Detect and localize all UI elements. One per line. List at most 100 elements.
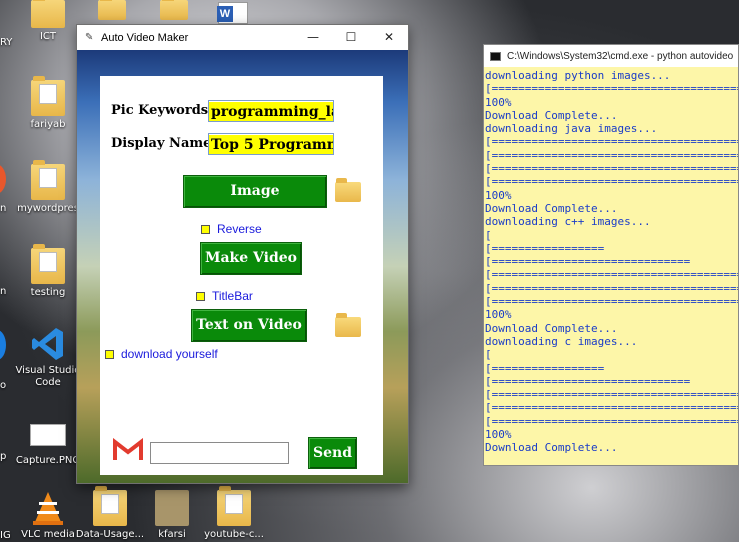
feather-icon: ✎ [85,32,94,43]
desktop-icon-mywordpres[interactable]: mywordpres [13,160,83,215]
console-line: [============================== [485,374,691,388]
window-titlebar[interactable]: ✎ Auto Video Maker — ☐ ✕ [77,25,408,50]
console-line: 100% [485,428,512,442]
console-line: Download Complete... [485,321,618,335]
console-line: downloading c++ images... [485,215,651,229]
reverse-label: Reverse [217,222,262,236]
folder-icon[interactable] [335,178,361,202]
display-names-input[interactable]: Top 5 Programmi [208,133,334,155]
desktop-label-cut: IG [0,530,11,541]
minimize-button[interactable]: — [294,25,332,50]
folder-icon [31,244,65,284]
email-input[interactable] [150,442,289,464]
folder-icon [93,486,127,526]
console-line: [=======================================… [485,401,738,415]
word-icon[interactable]: W [217,2,248,24]
app-icon [0,164,6,194]
desktop-icon-label: ICT [39,31,57,42]
console-output: downloading python images... [===========… [484,67,738,465]
form-panel: Pic Keywords programming_lan Display Nam… [100,76,383,475]
download-yourself-checkbox[interactable]: download yourself [105,347,218,361]
console-line: [=======================================… [485,162,738,176]
console-line: [================= [485,241,605,255]
console-line: downloading c images... [485,334,638,348]
desktop-icon-capture[interactable]: Capture.PNG [13,420,83,467]
gmail-icon [113,437,143,466]
desktop-icon-label: Data-Usage... [75,529,145,540]
image-downloader-button[interactable]: Image downloader [183,175,327,230]
folder-icon [31,160,65,200]
pic-keywords-value: programming_lan [209,102,333,121]
console-line: [=======================================… [485,82,738,96]
checkbox-box[interactable] [201,224,210,234]
console-line: [============================== [485,255,691,269]
console-line: 100% [485,95,512,109]
desktop-icon-vlc[interactable]: VLC media [13,490,83,541]
console-line: Download Complete... [485,108,618,122]
folder-icon[interactable] [160,0,188,20]
desktop-icon-data-usage[interactable]: Data-Usage... [75,486,145,541]
console-titlebar[interactable]: C:\Windows\System32\cmd.exe - python aut… [484,45,738,67]
folder-icon[interactable] [98,0,126,20]
console-title: C:\Windows\System32\cmd.exe - python aut… [507,50,734,62]
send-button[interactable]: Send [308,437,357,469]
pic-keywords-input[interactable]: programming_lan [208,100,334,122]
console-line: [=======================================… [485,281,738,295]
desktop-icon-label: Visual Studio Code [15,365,81,388]
close-button[interactable]: ✕ [370,25,408,50]
titlebar-checkbox[interactable]: TitleBar [196,289,253,303]
folder-icon [31,76,65,116]
app-icon [0,330,6,360]
window-background: Pic Keywords programming_lan Display Nam… [77,50,408,483]
window-title: Auto Video Maker [101,31,189,44]
image-icon [30,424,66,446]
desktop-label-cut: n [0,286,7,297]
checkbox-box[interactable] [105,349,114,359]
desktop-label-cut: p [0,451,7,462]
console-line: [=======================================… [485,148,738,162]
desktop-icon-fariyab[interactable]: fariyab [13,76,83,131]
display-names-label: Display Names [111,136,219,151]
desktop-icon-kfarsi[interactable]: kfarsi [137,490,207,541]
desktop-icon-testing[interactable]: testing [13,244,83,299]
cmd-icon [490,51,501,61]
vlc-icon [31,490,65,526]
desktop-icon-youtube[interactable]: youtube-c... [199,486,269,541]
text-on-video-button[interactable]: Text on Video [191,309,307,342]
desktop-label-cut: RY [0,37,13,48]
desktop-icon-label: testing [30,287,66,298]
desktop-icon-label: kfarsi [158,529,186,540]
console-line: [=======================================… [485,268,738,282]
desktop-icon-ict[interactable]: ICT [13,0,83,43]
make-video-button[interactable]: Make Video [200,242,302,275]
folder-icon [31,0,65,28]
pic-keywords-label: Pic Keywords [111,103,209,118]
console-line: downloading java images... [485,122,658,136]
desktop-icon-label: VLC media [21,529,75,540]
desktop-icon-label: mywordpres [17,203,79,214]
folder-icon [155,490,189,526]
console-line: [=======================================… [485,295,738,309]
desktop-icon-label: Capture.PNG [15,455,81,466]
console-line: [ [485,348,492,362]
console-line: [ [485,228,492,242]
desktop-icon-vscode[interactable]: Visual Studio Code [13,326,83,389]
titlebar-label: TitleBar [212,289,253,303]
download-yourself-label: download yourself [121,347,218,361]
checkbox-box[interactable] [196,291,205,301]
reverse-checkbox[interactable]: Reverse [201,222,262,236]
maximize-button[interactable]: ☐ [332,25,370,50]
folder-icon [217,486,251,526]
console-line: [=======================================… [485,414,738,428]
console-window: C:\Windows\System32\cmd.exe - python aut… [483,44,739,466]
desktop-icon-label: fariyab [30,119,66,130]
console-line: [====================================== [485,135,738,149]
display-names-value: Top 5 Programmi [209,135,333,154]
console-line: [================= [485,361,605,375]
desktop-label-cut: n [0,203,7,214]
console-line: [=======================================… [485,388,738,402]
desktop-label-cut: o [0,380,7,391]
folder-icon[interactable] [335,313,361,337]
console-line: 100% [485,308,512,322]
auto-video-maker-window: ✎ Auto Video Maker — ☐ ✕ Pic Keywords pr… [76,24,409,484]
